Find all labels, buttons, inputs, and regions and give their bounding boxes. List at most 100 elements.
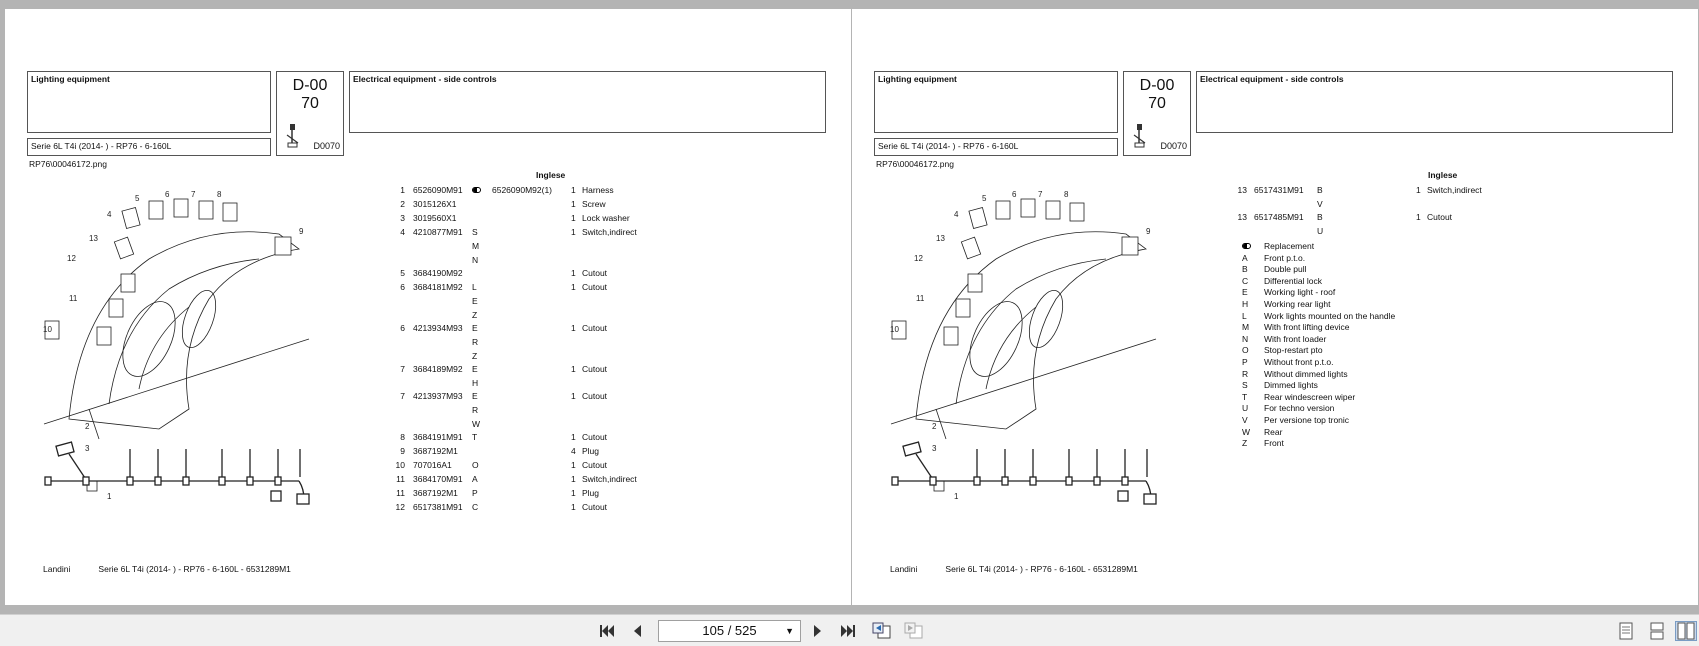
forward-view-button[interactable] — [903, 621, 925, 641]
serie-label: Serie 6L T4i (2014- ) - RP76 - 6-160L — [878, 141, 1019, 151]
page-number-input[interactable]: 105 / 525 ▼ — [658, 620, 801, 642]
legend-value: Differential lock — [1264, 275, 1322, 286]
group-code: D-00 70 — [1124, 77, 1190, 113]
group-code-line2: 70 — [1148, 95, 1166, 112]
group-code-box: D-00 70 D0070 — [276, 71, 344, 156]
legend-value: Replacement — [1264, 241, 1315, 251]
footer-brand: Landini — [43, 564, 71, 574]
svg-text:5: 5 — [982, 194, 987, 203]
part-number: 3684190M92 — [413, 268, 463, 278]
legend-value: Front p.t.o. — [1264, 252, 1306, 263]
part-quantity: 1 — [1416, 212, 1421, 222]
svg-text:7: 7 — [191, 190, 196, 199]
previous-page-button[interactable] — [626, 621, 648, 641]
section-title: Lighting equipment — [878, 74, 957, 84]
legend-key: C — [1242, 275, 1249, 286]
option-code: E — [472, 296, 478, 306]
back-view-button[interactable] — [871, 621, 893, 641]
lamp-symbol-icon — [1133, 124, 1146, 148]
last-page-button[interactable] — [837, 621, 859, 641]
part-number: 6517381M91 — [413, 502, 463, 512]
part-description: Cutout — [582, 460, 608, 470]
legend-key: S — [1242, 380, 1248, 391]
viewer-toolbar: 105 / 525 ▼ — [0, 614, 1699, 646]
group-code-box: D-00 70 D0070 — [1123, 71, 1191, 156]
part-position: 4 — [400, 227, 405, 237]
option-code: T — [472, 432, 478, 442]
single-page-view-button[interactable] — [1615, 621, 1637, 641]
part-quantity: 1 — [571, 502, 576, 512]
part-quantity: 1 — [571, 323, 576, 333]
part-description: Cutout — [582, 432, 608, 442]
two-page-view-button[interactable] — [1675, 621, 1697, 641]
legend-value: For techno version — [1264, 403, 1335, 414]
part-number: 4210877M91 — [413, 227, 463, 237]
part-quantity: 1 — [571, 199, 576, 209]
serie-box: Serie 6L T4i (2014- ) - RP76 - 6-160L — [27, 138, 271, 156]
legend-value: Without dimmed lights — [1264, 368, 1348, 379]
part-position: 5 — [400, 268, 405, 278]
forward-view-icon — [904, 622, 923, 639]
group-code: D-00 70 — [277, 77, 343, 113]
part-number: 6517431M91 — [1254, 185, 1304, 195]
legend-key: R — [1242, 368, 1249, 379]
legend-key: M — [1242, 322, 1250, 333]
part-position: 12 — [395, 502, 405, 512]
svg-text:11: 11 — [69, 294, 78, 303]
image-filename: RP76\00046172.png — [29, 159, 107, 169]
legend-value: Work lights mounted on the handle — [1264, 310, 1396, 321]
part-quantity: 1 — [571, 488, 576, 498]
option-code: E — [472, 364, 478, 374]
legend-value: With front lifting device — [1264, 322, 1350, 333]
part-quantity: 1 — [571, 391, 576, 401]
back-view-icon — [872, 622, 891, 639]
group-code-line1: D-00 — [1139, 77, 1175, 94]
next-page-button[interactable] — [807, 621, 829, 641]
part-quantity: 1 — [571, 282, 576, 292]
replacement-icon — [1242, 243, 1251, 249]
legend-key: E — [1242, 287, 1248, 298]
part-description: Switch,indirect — [1427, 185, 1482, 195]
svg-text:8: 8 — [1064, 190, 1069, 199]
chevron-down-icon[interactable]: ▼ — [785, 621, 794, 641]
continuous-view-icon — [1650, 622, 1664, 640]
part-number: 4213934M93 — [413, 323, 463, 333]
option-code: O — [472, 460, 479, 470]
svg-text:4: 4 — [107, 210, 112, 219]
page-indicator: 105 / 525 — [702, 623, 757, 638]
replacement-part-number: 6526090M92(1) — [492, 185, 553, 195]
part-position: 11 — [396, 488, 405, 498]
legend-key: H — [1242, 299, 1249, 309]
legend-key: U — [1242, 403, 1249, 414]
svg-text:2: 2 — [932, 422, 937, 431]
group-code-small: D0070 — [1160, 141, 1187, 151]
legend-value: Dimmed lights — [1264, 380, 1318, 391]
legend-key: A — [1242, 252, 1248, 263]
part-position: 9 — [400, 446, 405, 456]
legend-key: L — [1242, 310, 1247, 321]
document-page-left: Lighting equipment Serie 6L T4i (2014- )… — [5, 9, 851, 605]
option-code: Z — [472, 351, 478, 361]
option-code: V — [1317, 199, 1323, 209]
language-header: Inglese — [536, 170, 566, 180]
part-position: 7 — [400, 364, 405, 374]
part-quantity: 1 — [571, 268, 576, 278]
part-position: 10 — [395, 460, 405, 470]
part-description: Cutout — [582, 364, 608, 374]
part-description: Cutout — [582, 502, 608, 512]
continuous-view-button[interactable] — [1646, 621, 1668, 641]
option-code: B — [1317, 212, 1323, 222]
first-page-button[interactable] — [596, 621, 618, 641]
option-code: A — [472, 474, 478, 484]
footer-text: Serie 6L T4i (2014- ) - RP76 - 6-160L - … — [98, 564, 291, 574]
part-position: 13 — [1237, 185, 1247, 195]
legend-value: With front loader — [1264, 333, 1327, 344]
part-description: Cutout — [582, 391, 608, 401]
part-description: Screw — [582, 199, 606, 209]
svg-text:6: 6 — [165, 190, 170, 199]
option-code: B — [1317, 185, 1323, 195]
exploded-view-drawing: 5 6 7 8 4 9 13 12 11 10 2 3 1 — [890, 190, 1157, 505]
legend-key: W — [1242, 426, 1251, 437]
part-number: 3684191M91 — [413, 432, 463, 442]
part-position: 6 — [400, 323, 405, 333]
